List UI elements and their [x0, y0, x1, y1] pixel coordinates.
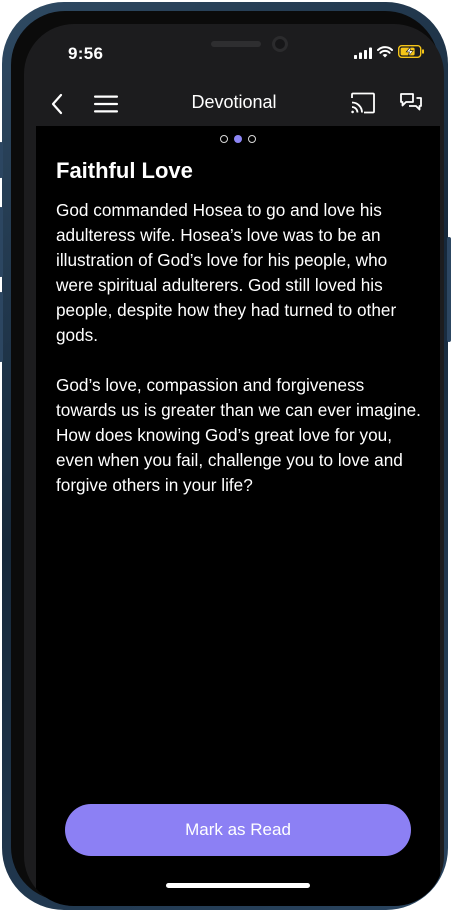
screen: 9:56 Devotional Faithful Love God comman…	[24, 24, 444, 906]
devotional-paragraph: God’s love, compassion and forgiveness t…	[56, 375, 421, 495]
phone-frame: 9:56 Devotional Faithful Love God comman…	[0, 2, 451, 910]
devotional-paragraph: God commanded Hosea to go and love his a…	[56, 200, 397, 345]
page-dot-active[interactable]	[234, 135, 242, 143]
status-icons	[346, 45, 426, 61]
status-time: 9:56	[68, 44, 104, 63]
devotional-body: God commanded Hosea to go and love his a…	[56, 198, 426, 523]
page-dot[interactable]	[220, 135, 228, 143]
signal-icon	[354, 47, 372, 59]
nav-bar: Devotional	[24, 82, 444, 126]
cast-icon	[351, 92, 375, 114]
chat-button[interactable]	[396, 88, 426, 118]
battery-charging-icon	[398, 45, 424, 58]
home-indicator[interactable]	[166, 883, 310, 888]
page-title: Devotional	[191, 92, 277, 112]
page-dot[interactable]	[248, 135, 256, 143]
front-camera	[272, 36, 288, 52]
devotional-content: Faithful Love God commanded Hosea to go …	[36, 126, 440, 906]
chat-bubbles-icon	[400, 93, 422, 111]
wifi-icon	[377, 46, 393, 58]
cast-button[interactable]	[348, 88, 378, 118]
silent-switch	[0, 142, 3, 178]
speaker-grille	[211, 41, 261, 47]
volume-down-button	[0, 292, 3, 362]
power-button	[447, 237, 451, 342]
status-bar: 9:56	[24, 24, 444, 82]
mark-as-read-button[interactable]: Mark as Read	[65, 804, 411, 856]
page-indicator	[36, 135, 440, 143]
volume-up-button	[0, 207, 3, 277]
devotional-title: Faithful Love	[56, 158, 193, 183]
phone-bezel: 9:56 Devotional Faithful Love God comman…	[11, 11, 444, 906]
